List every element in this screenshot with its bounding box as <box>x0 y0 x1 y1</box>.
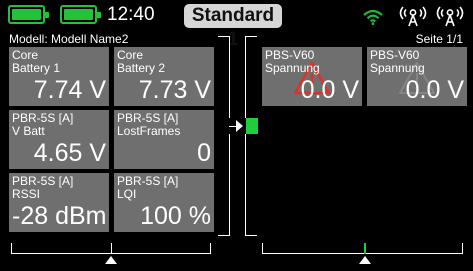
vertical-trim-bottom-cap <box>218 235 230 236</box>
telemetry-tile-spannung-2[interactable]: PBS-V60 Spannung 0.0 V <box>367 47 467 106</box>
telemetry-tile-lostframes[interactable]: PBR-5S [A] LostFrames 0 <box>114 110 214 169</box>
telemetry-tile-rssi[interactable]: PBR-5S [A] RSSI -28 dBm <box>9 173 109 232</box>
model-name: Modell: Modell Name2 <box>9 32 129 46</box>
tile-value: 0.0 V <box>300 76 359 104</box>
tile-value: 7.73 V <box>138 76 211 104</box>
vertical-trim2-bottom-cap <box>245 235 257 236</box>
tile-sensor: LostFrames <box>117 124 181 138</box>
tile-value: 4.65 V <box>33 139 106 167</box>
transmitter-battery-icon <box>8 5 49 24</box>
telemetry-tile-spannung-1[interactable]: PBS-V60 Spannung 0.0 V <box>262 47 362 106</box>
vertical-trim-marker-icon[interactable] <box>236 120 244 132</box>
radio-antenna-icon <box>399 6 427 27</box>
vertical-trim-indicator <box>246 118 258 134</box>
telemetry-tile-battery2[interactable]: Core Battery 2 7.73 V <box>114 47 214 106</box>
wifi-icon <box>363 9 383 25</box>
tile-sensor: V Batt <box>12 124 45 138</box>
telemetry-tile-lqi[interactable]: PBR-5S [A] LQI 100 % <box>114 173 214 232</box>
tile-sensor: Battery 2 <box>117 61 166 75</box>
clock: 12:40 <box>107 4 155 25</box>
horizontal-trim2-right-cap <box>462 243 463 254</box>
horizontal-trim2-line <box>262 253 463 254</box>
receiver-battery-icon <box>60 5 101 24</box>
horizontal-trim-marker-icon[interactable] <box>105 256 117 264</box>
screen-title[interactable]: Standard 1 <box>184 4 282 50</box>
horizontal-trim2-marker-icon[interactable] <box>359 256 371 264</box>
telemetry-tile-vbatt[interactable]: PBR-5S [A] V Batt 4.65 V <box>9 110 109 169</box>
tile-value: -28 dBm <box>12 202 107 230</box>
vertical-trim-line-upper <box>229 36 230 118</box>
vertical-trim2-line-upper <box>245 36 246 118</box>
tile-sensor: Spannung <box>370 61 425 75</box>
tile-value: 0.0 V <box>405 76 464 104</box>
tile-sensor: LQI <box>117 187 137 201</box>
vertical-trim2-top-cap <box>245 36 257 37</box>
tile-value: 7.74 V <box>33 76 106 104</box>
radio-antenna-icon-2 <box>436 6 464 27</box>
vertical-trim-line-lower <box>229 134 230 236</box>
tile-sensor: RSSI <box>12 187 41 201</box>
tile-sensor: Spannung <box>265 61 320 75</box>
horizontal-trim-center-tick <box>111 243 112 254</box>
telemetry-tile-battery1[interactable]: Core Battery 1 7.74 V <box>9 47 109 106</box>
vertical-trim2-line-lower <box>245 134 246 236</box>
horizontal-trim2-indicator <box>364 243 366 254</box>
page-indicator: Seite 1/1 <box>415 32 463 46</box>
tile-value: 100 % <box>140 202 211 230</box>
tile-sensor: Battery 1 <box>12 61 61 75</box>
horizontal-trim-right-cap <box>210 243 211 254</box>
tile-value: 0 <box>197 139 211 167</box>
